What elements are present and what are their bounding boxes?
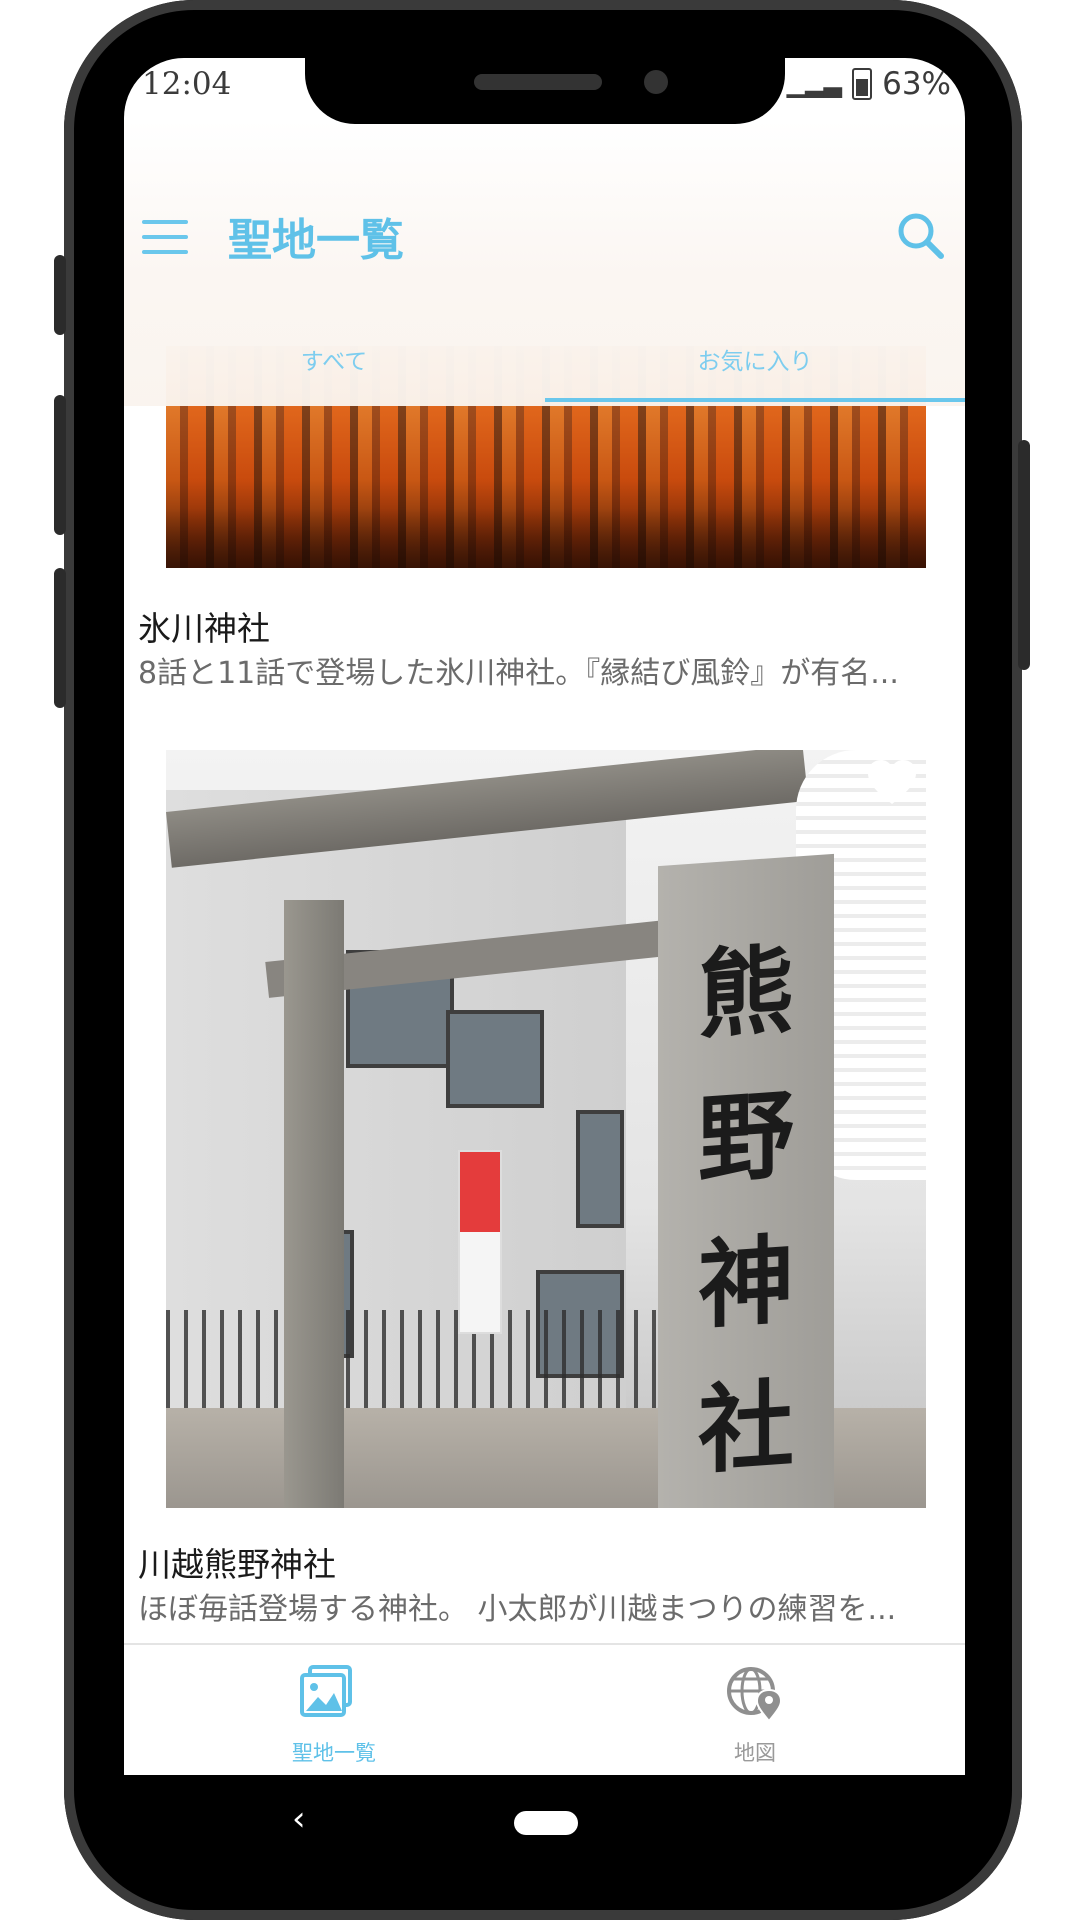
app-bar: 聖地一覧 すべて お気に入り (124, 120, 965, 406)
side-button (1018, 440, 1030, 670)
item-description: 8話と11話で登場した氷川神社。『縁結び風鈴』が有名... (138, 656, 899, 691)
item-title[interactable]: 川越熊野神社 (138, 1538, 336, 1586)
bottom-navigation: 聖地一覧 地図 (124, 1643, 965, 1775)
favorite-heart-icon[interactable] (864, 756, 920, 812)
page-title: 聖地一覧 (228, 215, 404, 266)
stone-pillar: 熊野神社 (658, 853, 834, 1508)
battery-percent: 63% (882, 66, 951, 102)
tab-all[interactable]: すべて (124, 332, 544, 392)
fence (166, 1310, 686, 1420)
side-button (54, 568, 66, 708)
notch (305, 58, 785, 124)
search-icon[interactable] (895, 210, 945, 260)
side-button (54, 255, 66, 335)
app-screen: 12:04 ◠ ▁▂▃ 63% 聖地一覧 すべて お気に入り 氷川神社 8話と1… (124, 58, 965, 1775)
tab-indicator (545, 398, 965, 402)
status-time: 12:04 (142, 66, 232, 102)
tab-favorites[interactable]: お気に入り (545, 332, 965, 392)
nav-item-list[interactable]: 聖地一覧 (124, 1645, 544, 1775)
item-title[interactable]: 氷川神社 (138, 602, 270, 650)
back-icon[interactable]: ‹ (292, 1799, 306, 1839)
home-pill[interactable] (514, 1811, 578, 1835)
camera (644, 70, 668, 94)
signal-icon: ▁▂▃ (786, 70, 843, 98)
menu-icon[interactable] (142, 220, 188, 256)
banner (458, 1150, 502, 1334)
torii-post (284, 900, 344, 1508)
pillar-inscription: 熊野神社 (698, 932, 794, 1488)
item-image[interactable]: 熊野神社 (166, 750, 926, 1508)
speaker (474, 74, 602, 90)
nav-label: 聖地一覧 (292, 1741, 376, 1765)
battery-icon (852, 68, 873, 100)
item-description: ほぼ毎話登場する神社。 小太郎が川越まつりの練習を... (138, 1592, 897, 1627)
image-gallery-icon (300, 1665, 352, 1717)
nav-item-map[interactable]: 地図 (545, 1645, 965, 1775)
nav-label: 地図 (734, 1741, 776, 1765)
globe-location-icon (727, 1667, 783, 1723)
side-button (54, 395, 66, 535)
system-nav-bar: ‹ (124, 1775, 965, 1870)
